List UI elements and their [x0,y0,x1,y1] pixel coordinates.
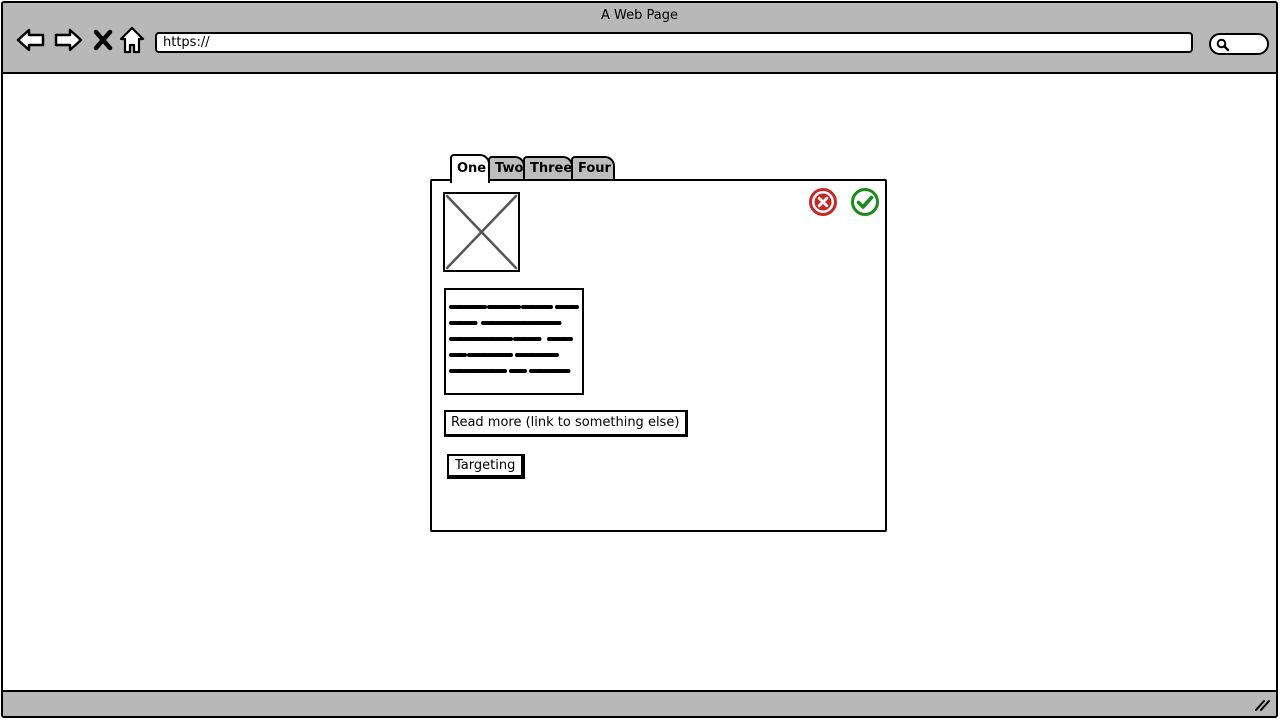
text-block [444,288,584,395]
close-icon [93,29,113,51]
arrow-right-icon [54,28,83,52]
scribbled-text-placeholder [449,305,579,373]
image-placeholder [443,192,520,272]
tab-panel: Read more (link to something else) Targe… [430,179,887,532]
search-icon [1216,38,1230,52]
status-bar [3,690,1276,716]
address-bar[interactable]: https:// [155,32,1193,53]
arrow-left-icon [16,28,45,52]
window-title: A Web Page [601,8,678,23]
tab-four[interactable]: Four [571,156,615,181]
check-circle-icon [851,188,879,216]
forward-button[interactable] [53,25,83,55]
read-more-link[interactable]: Read more (link to something else) [444,410,688,437]
tab-three[interactable]: Three [523,156,573,181]
confirm-button[interactable] [850,187,880,217]
tab-two[interactable]: Two [488,156,525,181]
home-icon [119,26,145,54]
search-field[interactable] [1209,33,1269,55]
targeting-button[interactable]: Targeting [447,454,525,479]
resize-grip-icon[interactable] [1254,698,1270,712]
browser-toolbar: A Web Page https:// [3,3,1276,74]
tab-one[interactable]: One [450,154,490,183]
cancel-circle-icon [809,188,837,216]
home-button[interactable] [117,25,147,55]
cancel-button[interactable] [808,187,838,217]
image-placeholder-icon [445,194,518,270]
back-button[interactable] [16,25,46,55]
stop-button[interactable] [88,25,118,55]
